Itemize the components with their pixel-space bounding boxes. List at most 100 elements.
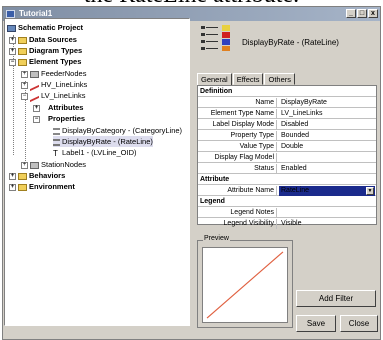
tab-effects[interactable]: Effects (232, 73, 264, 85)
grid-row-display-flag-model[interactable]: Display Flag Model (198, 153, 376, 163)
grid-row-attribute-name[interactable]: Attribute Name RateLine ▼ (198, 186, 376, 196)
section-legend: Legend (198, 197, 376, 207)
expand-icon[interactable]: + (9, 47, 16, 55)
tree-item-behaviors[interactable]: + Behaviors (9, 170, 65, 181)
tree-item-label: Properties (48, 114, 86, 123)
section-attribute: Attribute (198, 175, 376, 185)
grid-row-label-display-mode[interactable]: Label Display Mode Disabled (198, 120, 376, 130)
close-window-button[interactable]: x (368, 9, 378, 18)
grid-row-value-type[interactable]: Value Type Double (198, 142, 376, 152)
tree-item-hv-linelinks[interactable]: + HV_LineLinks (21, 79, 88, 91)
expand-icon[interactable]: + (33, 104, 40, 112)
row-value[interactable] (279, 208, 375, 218)
collapse-icon[interactable]: − (33, 115, 40, 123)
property-type-icon (201, 25, 230, 51)
folder-icon (18, 172, 27, 180)
tree-item-label: HV_LineLinks (41, 80, 88, 89)
grid-row-property-type[interactable]: Property Type Bounded (198, 131, 376, 141)
grid-row-legend-notes[interactable]: Legend Notes (198, 208, 376, 218)
tree-item-label: Label1 - (LVLine_OID) (62, 148, 137, 157)
preview-label: Preview (203, 235, 230, 242)
tree-item-label1[interactable]: T Label1 - (LVLine_OID) (53, 147, 136, 158)
tree-item-display-by-category[interactable]: DisplayByCategory - (CategoryLine) (53, 125, 182, 136)
row-label: Element Type Name (198, 109, 277, 119)
link-type-icon (30, 79, 39, 91)
expand-icon[interactable]: + (21, 70, 28, 78)
tree-item-label: Schematic Project (18, 23, 84, 32)
tree-item-diagram-types[interactable]: + Diagram Types (9, 45, 82, 56)
tree-item-lv-linelinks[interactable]: − LV_LineLinks (21, 90, 86, 102)
section-label: Definition (200, 88, 233, 95)
tree-item-label: Element Types (29, 57, 82, 66)
tree-item-attributes[interactable]: + Attributes (33, 102, 83, 113)
row-label: Status (198, 164, 277, 174)
section-label: Legend (200, 198, 225, 205)
tree-item-label: StationNodes (41, 160, 87, 169)
add-filter-button[interactable]: Add Filter (296, 290, 376, 307)
row-value[interactable]: Bounded (279, 131, 375, 141)
attribute-name-dropdown[interactable]: RateLine ▼ (279, 186, 375, 196)
tree-item-label: LV_LineLinks (41, 91, 86, 100)
tree-item-label: DisplayByCategory - (CategoryLine) (62, 126, 183, 135)
section-definition: Definition (198, 87, 376, 97)
close-button[interactable]: Close (340, 315, 378, 332)
preview-line (206, 251, 284, 319)
section-label: Attribute (200, 176, 230, 183)
row-value[interactable]: Visible (279, 219, 375, 229)
expand-icon[interactable]: + (9, 183, 16, 191)
project-icon (7, 24, 16, 32)
row-value[interactable]: Enabled (279, 164, 375, 174)
grid-row-status[interactable]: Status Enabled (198, 164, 376, 174)
folder-icon (18, 183, 27, 191)
tree-item-label: Behaviors (29, 171, 66, 180)
tree-item-environment[interactable]: + Environment (9, 181, 75, 192)
row-label: Name (198, 98, 277, 108)
tree-item-properties[interactable]: − Properties (33, 113, 85, 124)
expand-icon[interactable]: + (21, 161, 28, 169)
tree-item-data-sources[interactable]: + Data Sources (9, 34, 77, 45)
folder-icon (18, 47, 27, 55)
preview-canvas (202, 247, 288, 323)
tree-item-display-by-rate[interactable]: DisplayByRate - (RateLine) (53, 136, 153, 147)
expand-icon[interactable]: + (21, 81, 28, 89)
tree-item-label: FeederNodes (41, 69, 87, 78)
tree-item-element-types[interactable]: − Element Types (9, 56, 81, 67)
collapse-icon[interactable]: − (21, 92, 28, 100)
folder-icon (18, 36, 27, 44)
node-type-icon (30, 70, 39, 78)
property-grid: Definition Name DisplayByRate Element Typ… (197, 85, 377, 229)
maximize-button[interactable]: □ (357, 9, 367, 18)
grid-row-name[interactable]: Name DisplayByRate (198, 98, 376, 108)
collapse-icon[interactable]: − (9, 58, 16, 66)
row-label: Property Type (198, 131, 277, 141)
link-type-icon (30, 90, 39, 102)
row-value[interactable] (279, 153, 375, 163)
tree-item-schematic-project[interactable]: Schematic Project (7, 22, 83, 33)
dropdown-arrow-icon[interactable]: ▼ (366, 187, 374, 195)
property-title: DisplayByRate - (RateLine) (242, 38, 339, 47)
grid-row-legend-visibility[interactable]: Legend Visibility Visible (198, 219, 376, 229)
tree-item-label: Environment (29, 182, 75, 191)
row-label: Value Type (198, 142, 277, 152)
expand-icon[interactable]: + (9, 172, 16, 180)
row-label: Label Display Mode (198, 120, 277, 130)
grid-row-element-type[interactable]: Element Type Name LV_LineLinks (198, 109, 376, 119)
row-label: Attribute Name (198, 186, 277, 196)
row-label: Display Flag Model (198, 153, 277, 163)
label-t-icon: T (53, 148, 58, 158)
tab-others[interactable]: Others (264, 73, 295, 85)
minimize-button[interactable]: _ (346, 9, 356, 18)
project-tree[interactable]: Schematic Project + Data Sources + Diagram… (4, 18, 190, 326)
node-type-icon (30, 161, 39, 169)
row-value[interactable]: Double (279, 142, 375, 152)
dropdown-value: RateLine (281, 187, 310, 194)
save-button[interactable]: Save (296, 315, 336, 332)
row-value[interactable]: DisplayByRate (279, 98, 375, 108)
tree-item-label: Data Sources (29, 35, 77, 44)
row-value[interactable]: Disabled (279, 120, 375, 130)
folder-open-icon (18, 58, 27, 66)
tree-item-feedernodes[interactable]: + FeederNodes (21, 68, 86, 79)
expand-icon[interactable]: + (9, 36, 16, 44)
tree-item-stationnodes[interactable]: + StationNodes (21, 159, 86, 170)
row-value[interactable]: LV_LineLinks (279, 109, 375, 119)
